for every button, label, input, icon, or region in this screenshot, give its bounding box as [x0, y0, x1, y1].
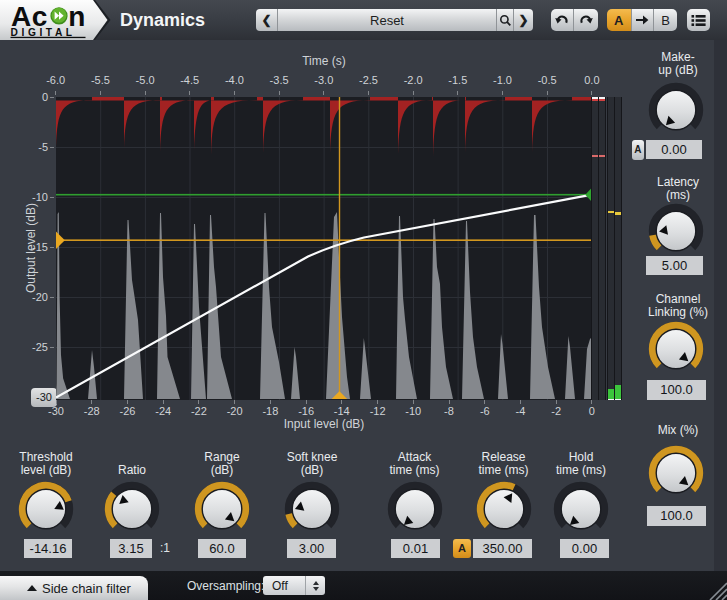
svg-text:DIGITAL: DIGITAL [11, 27, 76, 38]
